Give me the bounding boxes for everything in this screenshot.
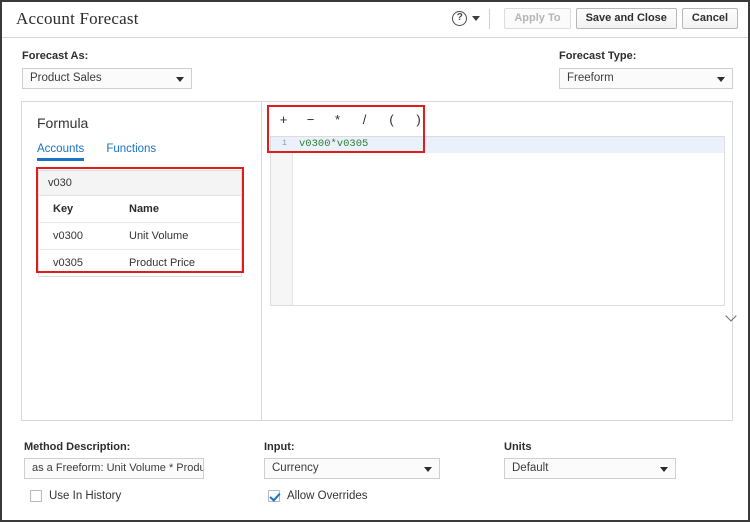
operator-close-paren-button[interactable]: ) <box>405 112 432 127</box>
allow-overrides-checkbox[interactable] <box>268 490 280 502</box>
tab-functions[interactable]: Functions <box>106 143 156 161</box>
account-forecast-dialog: Account Forecast ? Apply To Save and Clo… <box>0 0 750 522</box>
units-select[interactable]: Default <box>504 458 676 479</box>
use-in-history-checkbox-row[interactable]: Use In History <box>30 490 121 502</box>
allow-overrides-label: Allow Overrides <box>287 490 368 502</box>
caret-down-icon <box>717 77 725 82</box>
accounts-filter-input[interactable]: v030 <box>39 171 241 196</box>
caret-down-icon <box>424 467 432 472</box>
cell-name: Unit Volume <box>129 230 189 242</box>
operator-plus-button[interactable]: + <box>270 112 297 127</box>
tab-accounts[interactable]: Accounts <box>37 143 85 161</box>
accounts-table: v030 Key Name v0300 Unit Volume v0305 Pr… <box>38 170 242 277</box>
cell-key: v0305 <box>53 257 83 269</box>
editor-gutter <box>271 137 293 305</box>
operator-toolbar: + − * / ( ) <box>270 103 432 136</box>
formula-code-editor[interactable]: 1 v0300*v0305 <box>270 136 725 306</box>
accounts-table-header: Key Name <box>39 196 241 223</box>
operator-open-paren-button[interactable]: ( <box>378 112 405 127</box>
panel-divider <box>261 102 262 420</box>
header-actions: ? Apply To Save and Close Cancel <box>452 8 738 29</box>
cancel-button[interactable]: Cancel <box>681 8 738 29</box>
formula-title: Formula <box>37 115 89 131</box>
operator-multiply-button[interactable]: * <box>324 112 351 127</box>
forecast-as-value: Product Sales <box>30 72 102 84</box>
table-row[interactable]: v0300 Unit Volume <box>39 223 241 250</box>
caret-down-icon <box>176 77 184 82</box>
help-caret-down-icon[interactable] <box>472 16 481 21</box>
formula-tabs: Accounts Functions <box>37 143 156 161</box>
method-description-label: Method Description: <box>24 441 131 453</box>
column-header-key: Key <box>53 203 74 215</box>
use-in-history-label: Use In History <box>49 490 122 502</box>
table-row[interactable]: v0305 Product Price <box>39 250 241 276</box>
units-label: Units <box>504 441 532 453</box>
help-circle-icon[interactable]: ? <box>452 11 468 26</box>
forecast-as-label: Forecast As: <box>22 50 89 62</box>
method-description-field[interactable]: as a Freeform: Unit Volume * Product <box>24 458 204 479</box>
page-title: Account Forecast <box>16 9 139 28</box>
cell-name: Product Price <box>129 257 196 269</box>
chevron-down-icon[interactable] <box>725 308 739 322</box>
use-in-history-checkbox[interactable] <box>30 490 42 502</box>
caret-down-icon <box>660 467 668 472</box>
input-select[interactable]: Currency <box>264 458 440 479</box>
input-value: Currency <box>272 462 319 474</box>
forecast-type-value: Freeform <box>567 72 614 84</box>
header-divider <box>489 8 491 29</box>
cell-key: v0300 <box>53 230 83 242</box>
operator-divide-button[interactable]: / <box>351 112 378 127</box>
apply-to-button[interactable]: Apply To <box>504 8 571 29</box>
operator-minus-button[interactable]: − <box>297 112 324 127</box>
input-label: Input: <box>264 441 295 453</box>
allow-overrides-checkbox-row[interactable]: Allow Overrides <box>268 490 368 502</box>
dialog-header: Account Forecast ? Apply To Save and Clo… <box>2 2 748 38</box>
save-and-close-button[interactable]: Save and Close <box>575 8 677 29</box>
forecast-type-select[interactable]: Freeform <box>559 68 733 89</box>
editor-active-line[interactable]: 1 v0300*v0305 <box>271 137 724 153</box>
units-value: Default <box>512 462 549 474</box>
forecast-type-label: Forecast Type: <box>559 50 637 62</box>
formula-expression: v0300*v0305 <box>299 138 369 150</box>
line-number: 1 <box>281 138 287 148</box>
column-header-name: Name <box>129 203 159 215</box>
formula-content-panel: Formula Accounts Functions v030 Key Name… <box>21 101 733 421</box>
forecast-as-select[interactable]: Product Sales <box>22 68 192 89</box>
